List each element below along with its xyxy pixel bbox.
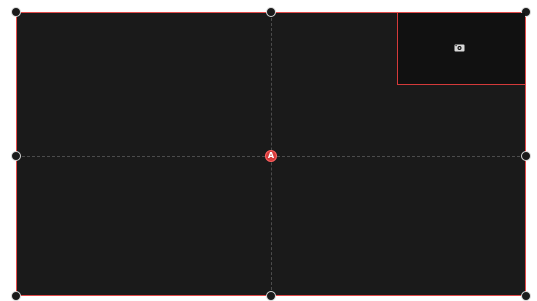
- crop-frame[interactable]: A: [11, 7, 531, 301]
- resize-handle-middle-left[interactable]: [11, 151, 21, 161]
- resize-handle-bottom-center[interactable]: [266, 291, 276, 301]
- resize-handle-bottom-left[interactable]: [11, 291, 21, 301]
- resize-handle-top-left[interactable]: [11, 7, 21, 17]
- resize-handle-bottom-right[interactable]: [521, 291, 531, 301]
- center-anchor[interactable]: A: [265, 150, 277, 162]
- camera-preview[interactable]: [397, 13, 525, 85]
- anchor-label: A: [267, 151, 275, 160]
- resize-handle-top-center[interactable]: [266, 7, 276, 17]
- camera-icon: [454, 44, 465, 52]
- resize-handle-middle-right[interactable]: [521, 151, 531, 161]
